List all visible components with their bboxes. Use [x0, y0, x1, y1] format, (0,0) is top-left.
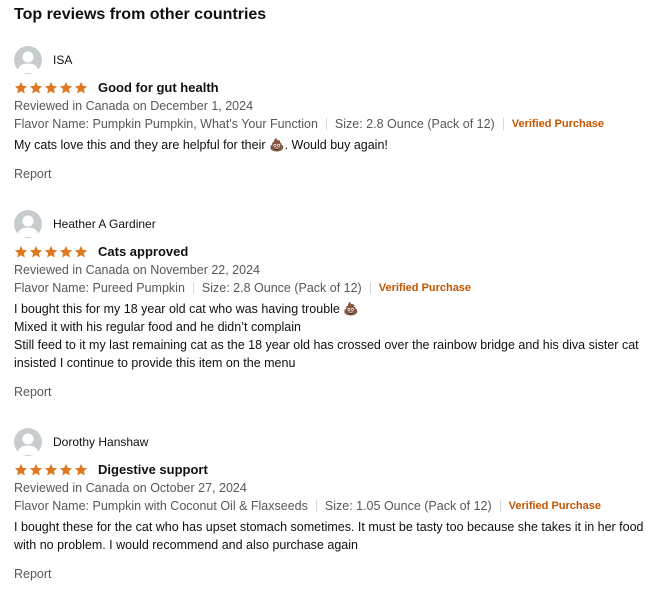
star-icon: [74, 463, 88, 476]
divider: [502, 118, 504, 130]
review-date: Reviewed in Canada on October 27, 2024: [14, 481, 247, 495]
reviewer-name: Dorothy Hanshaw: [53, 435, 149, 449]
review-text: I bought this for my 18 year old cat who…: [14, 302, 344, 316]
poop-emoji-icon: 💩: [343, 301, 359, 316]
review-card: Dorothy Hanshaw Digestive support Review…: [14, 428, 654, 583]
avatar: [14, 46, 42, 74]
flavor-variant-link[interactable]: Flavor Name: Pureed Pumpkin: [14, 279, 185, 297]
review-body: I bought this for my 18 year old cat who…: [14, 300, 654, 372]
verified-purchase-badge: Verified Purchase: [511, 118, 605, 130]
review-body: My cats love this and they are helpful f…: [14, 136, 654, 154]
divider: [325, 118, 327, 130]
review-title[interactable]: Good for gut health: [98, 79, 219, 97]
avatar: [14, 428, 42, 456]
star-rating[interactable]: [14, 81, 88, 95]
star-icon: [74, 81, 88, 94]
star-rating[interactable]: [14, 245, 88, 259]
star-icon: [44, 463, 58, 476]
size-variant: Size: 2.8 Ounce (Pack of 12): [334, 117, 495, 131]
review-card: ISA Good for gut health Reviewed in Cana…: [14, 46, 654, 183]
review-text: I bought these for the cat who has upset…: [14, 520, 644, 552]
divider: [499, 500, 501, 512]
star-icon: [44, 245, 58, 258]
review-text: Still feed to it my last remaining cat a…: [14, 338, 639, 370]
size-variant: Size: 2.8 Ounce (Pack of 12): [201, 281, 362, 295]
star-icon: [59, 245, 73, 258]
review-text: My cats love this and they are helpful f…: [14, 138, 269, 152]
avatar: [14, 210, 42, 238]
size-variant: Size: 1.05 Ounce (Pack of 12): [324, 499, 492, 513]
report-link[interactable]: Report: [14, 565, 654, 583]
poop-emoji-icon: 💩: [269, 137, 285, 152]
verified-purchase-badge: Verified Purchase: [508, 500, 601, 512]
reviewer-name: Heather A Gardiner: [53, 217, 156, 231]
star-icon: [59, 463, 73, 476]
star-icon: [14, 463, 28, 476]
flavor-variant-link[interactable]: Flavor Name: Pumpkin Pumpkin, What's You…: [14, 115, 318, 133]
review-text: . Would buy again!: [284, 138, 388, 152]
report-link[interactable]: Report: [14, 383, 654, 401]
review-title[interactable]: Digestive support: [98, 461, 208, 479]
review-text: Mixed it with his regular food and he di…: [14, 320, 301, 334]
star-icon: [74, 245, 88, 258]
review-body: I bought these for the cat who has upset…: [14, 518, 654, 554]
star-icon: [44, 81, 58, 94]
reviewer-profile[interactable]: ISA: [14, 46, 654, 74]
star-icon: [29, 245, 43, 258]
star-icon: [29, 81, 43, 94]
review-title[interactable]: Cats approved: [98, 243, 188, 261]
review-card: Heather A Gardiner Cats approved Reviewe…: [14, 210, 654, 401]
star-icon: [29, 463, 43, 476]
section-title: Top reviews from other countries: [14, 6, 267, 23]
report-link[interactable]: Report: [14, 165, 654, 183]
reviewer-profile[interactable]: Heather A Gardiner: [14, 210, 654, 238]
flavor-variant-link[interactable]: Flavor Name: Pumpkin with Coconut Oil & …: [14, 497, 308, 515]
reviewer-name: ISA: [53, 53, 73, 67]
user-silhouette-icon: [17, 51, 39, 73]
star-rating[interactable]: [14, 463, 88, 477]
divider: [369, 282, 371, 294]
divider: [192, 282, 194, 294]
verified-purchase-badge: Verified Purchase: [378, 282, 472, 294]
review-date: Reviewed in Canada on December 1, 2024: [14, 99, 254, 113]
star-icon: [14, 81, 28, 94]
divider: [315, 500, 317, 512]
reviewer-profile[interactable]: Dorothy Hanshaw: [14, 428, 654, 456]
user-silhouette-icon: [17, 215, 39, 237]
star-icon: [14, 245, 28, 258]
star-icon: [59, 81, 73, 94]
user-silhouette-icon: [17, 433, 39, 455]
review-date: Reviewed in Canada on November 22, 2024: [14, 263, 260, 277]
